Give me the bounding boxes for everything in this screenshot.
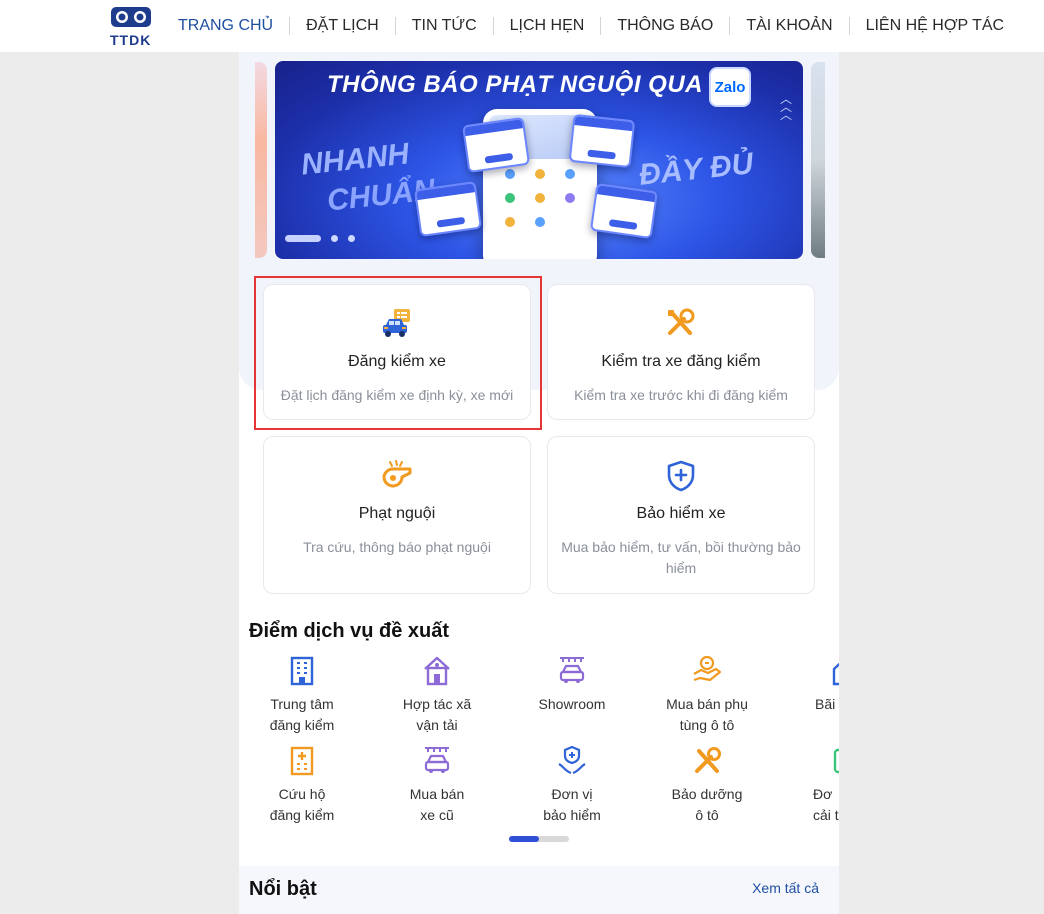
chevrons-up-icon: ︿ ︿ ︿ <box>780 92 793 122</box>
phone-app-grid <box>495 169 585 227</box>
featured-section-header: Nổi bật Xem tất cả <box>239 866 839 914</box>
house-icon <box>424 656 450 686</box>
service-title: Kiểm tra xe đăng kiểm <box>601 353 761 370</box>
poi-bao-duong-o-to[interactable]: Bảo dưỡng ô tô <box>652 744 762 826</box>
nav-tai-khoan[interactable]: TÀI KHOẢN <box>730 17 848 35</box>
parking-icon <box>832 662 839 686</box>
nav-lien-he-hop-tac[interactable]: LIÊN HỆ HỢP TÁC <box>850 17 1021 35</box>
service-card-bao-hiem-xe[interactable]: Bảo hiểm xe Mua bảo hiểm, tư vấn, bồi th… <box>547 436 815 594</box>
carousel-indicators <box>285 235 355 242</box>
poi-label: Mua bán xe cũ <box>409 786 465 823</box>
banner-slogan-day-du: ĐẦY ĐỦ <box>637 147 755 192</box>
poi-label: Trung tâm đăng kiểm <box>269 696 335 733</box>
poi-label: Hợp tác xã vận tải <box>402 696 472 733</box>
nav-tin-tuc[interactable]: TIN TỨC <box>396 17 493 35</box>
poi-showroom[interactable]: Showroom <box>517 654 627 715</box>
see-all-link[interactable]: Xem tất cả <box>752 880 819 896</box>
used-car-icon <box>424 747 450 773</box>
banner-title: THÔNG BÁO PHẠT NGUỘI QUA <box>327 71 703 98</box>
poi-cai-tao-xe[interactable]: Đơ cải t <box>787 744 839 826</box>
nav-thong-bao[interactable]: THÔNG BÁO <box>601 17 729 35</box>
shield-plus-icon <box>667 460 695 492</box>
section-title-diem-dich-vu: Điểm dịch vụ đề xuất <box>249 620 450 642</box>
next-slide-peek[interactable] <box>811 62 825 258</box>
poi-label: Cứu hộ đăng kiểm <box>269 786 335 823</box>
prev-slide-peek[interactable] <box>255 62 267 258</box>
poi-label: Mua bán phụ tùng ô tô <box>666 696 748 733</box>
poi-mua-ban-phu-tung[interactable]: Mua bán phụ tùng ô tô <box>652 654 762 736</box>
nav-dat-lich[interactable]: ĐẶT LỊCH <box>290 17 395 35</box>
service-title: Phạt nguội <box>358 505 436 522</box>
vr-glasses-icon <box>111 7 151 27</box>
carousel-dot[interactable] <box>331 235 338 242</box>
banner-slogan-nhanh: NHANH <box>299 137 411 182</box>
main-nav: TRANG CHỦ ĐẶT LỊCH TIN TỨC LỊCH HẸN THÔN… <box>162 0 1020 52</box>
main-content: THÔNG BÁO PHẠT NGUỘI QUA Zalo ︿ ︿ ︿ NHANH … <box>239 52 839 914</box>
service-card-kiem-tra-xe[interactable]: Kiểm tra xe đăng kiểm Kiểm tra xe trước … <box>547 284 815 420</box>
notification-card-illustration <box>589 182 659 240</box>
poi-cuu-ho-dang-kiem[interactable]: Cứu hộ đăng kiểm <box>247 744 357 826</box>
notification-card-illustration <box>461 116 531 174</box>
selection-highlight-box <box>254 276 542 430</box>
notification-card-illustration <box>413 180 483 238</box>
logo-text: TTDK <box>110 32 152 48</box>
service-description: Kiểm tra xe trước khi đi đăng kiểm <box>574 387 788 403</box>
carousel-dot[interactable] <box>348 235 355 242</box>
modify-car-icon <box>833 748 839 774</box>
notification-card-illustration <box>568 113 636 169</box>
tools-icon <box>668 308 695 335</box>
poi-bai[interactable]: Bãi <box>787 654 839 715</box>
wrench-icon <box>695 747 721 773</box>
whistle-icon <box>382 460 412 488</box>
poi-mua-ban-xe-cu[interactable]: Mua bán xe cũ <box>382 744 492 826</box>
poi-don-vi-bao-hiem[interactable]: Đơn vị bảo hiểm <box>517 744 627 826</box>
poi-label: Showroom <box>538 696 606 712</box>
poi-trung-tam-dang-kiem[interactable]: Trung tâm đăng kiểm <box>247 654 357 736</box>
poi-label: Đơ cải t <box>813 786 839 823</box>
poi-hop-tac-xa[interactable]: Hợp tác xã vận tải <box>382 654 492 736</box>
building-icon <box>290 656 314 686</box>
nav-trang-chu[interactable]: TRANG CHỦ <box>162 17 289 35</box>
service-title: Bảo hiểm xe <box>636 505 726 522</box>
insurance-hands-icon <box>558 745 586 775</box>
ttdk-logo[interactable]: TTDK <box>108 4 156 48</box>
service-description: Tra cứu, thông báo phạt nguội <box>303 539 491 555</box>
zalo-logo: Zalo <box>709 67 751 107</box>
rescue-building-icon <box>290 746 314 776</box>
service-description: Mua bảo hiểm, tư vấn, bồi thường bảo hiể… <box>561 539 801 576</box>
suggested-pager[interactable] <box>509 836 569 842</box>
suggested-pager-active <box>509 836 539 842</box>
showroom-car-icon <box>559 657 585 683</box>
service-card-phat-nguoi[interactable]: Phạt nguội Tra cứu, thông báo phạt nguội <box>263 436 531 594</box>
section-title-noi-bat: Nổi bật <box>249 878 317 900</box>
poi-label: Đơn vị bảo hiểm <box>543 786 601 823</box>
nav-lich-hen[interactable]: LỊCH HẸN <box>494 17 601 35</box>
poi-label: Bảo dưỡng ô tô <box>671 786 743 823</box>
top-navbar: TTDK TRANG CHỦ ĐẶT LỊCH TIN TỨC LỊCH HẸN… <box>0 0 1044 52</box>
handshake-icon <box>693 655 722 682</box>
carousel-dot-active[interactable] <box>285 235 321 242</box>
promo-banner[interactable]: THÔNG BÁO PHẠT NGUỘI QUA Zalo ︿ ︿ ︿ NHANH … <box>275 61 803 259</box>
poi-label: Bãi <box>815 696 836 712</box>
